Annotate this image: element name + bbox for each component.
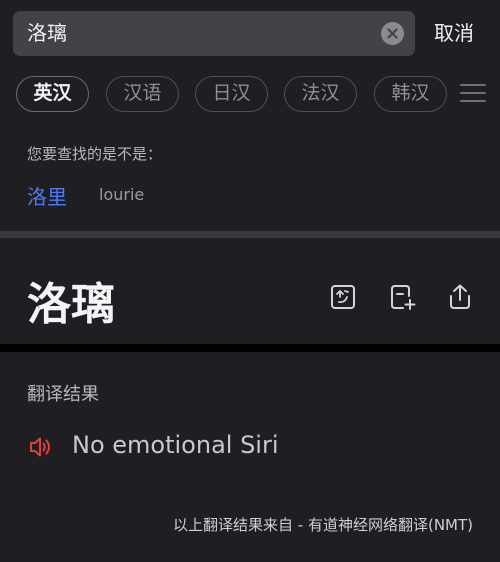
translation-text: No emotional Siri	[72, 431, 279, 459]
translation-source: 以上翻译结果来自 - 有道神经网络翻译(NMT)	[173, 516, 473, 534]
suggestion-pronunciation: lourie	[99, 185, 145, 204]
section-divider	[0, 231, 500, 238]
tab-en-zh[interactable]: 英汉	[16, 76, 89, 112]
tab-fr-zh[interactable]: 法汉	[284, 76, 357, 112]
tab-ja-zh[interactable]: 日汉	[195, 76, 268, 112]
search-bar[interactable]: 洛璃	[13, 11, 415, 56]
wordbook-icon[interactable]	[329, 283, 357, 311]
speaker-icon[interactable]	[28, 434, 54, 460]
suggestion-link[interactable]: 洛里	[27, 181, 67, 210]
section-divider-dark	[0, 344, 500, 352]
language-tabs: 英汉 汉语 日汉 法汉 韩汉	[16, 76, 486, 112]
search-input[interactable]: 洛璃	[27, 11, 67, 56]
menu-icon[interactable]	[460, 84, 486, 104]
headword: 洛璃	[27, 279, 115, 330]
share-icon[interactable]	[446, 283, 474, 311]
tab-chinese[interactable]: 汉语	[106, 76, 179, 112]
add-note-icon[interactable]	[389, 283, 417, 311]
translation-section-title: 翻译结果	[27, 384, 99, 405]
clear-icon[interactable]	[381, 22, 404, 45]
tab-ko-zh[interactable]: 韩汉	[374, 76, 447, 112]
suggestion-title: 您要查找的是不是：	[27, 145, 163, 163]
cancel-button[interactable]: 取消	[434, 11, 474, 56]
